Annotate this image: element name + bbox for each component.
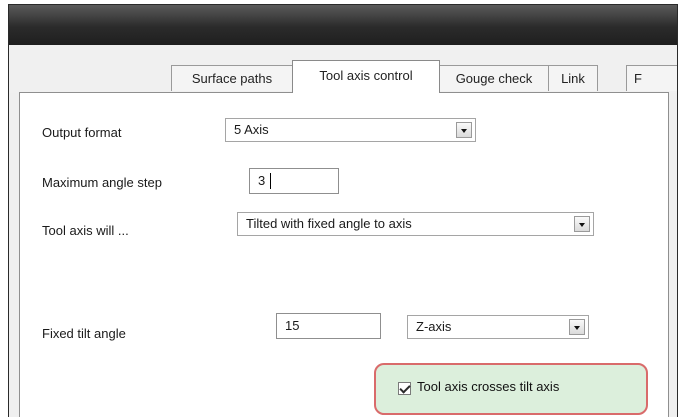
crosses-tilt-axis-checkbox[interactable]: [398, 382, 411, 395]
fixed-tilt-angle-value: 15: [285, 318, 300, 333]
tab-link[interactable]: Link: [548, 65, 598, 91]
title-bar: [9, 5, 677, 45]
chevron-down-icon[interactable]: [569, 319, 585, 335]
tab-tool-axis-control[interactable]: Tool axis control: [292, 60, 440, 93]
tilt-axis-dropdown[interactable]: Z-axis: [407, 315, 589, 339]
fixed-tilt-angle-label: Fixed tilt angle: [42, 326, 126, 341]
tab-overflow[interactable]: F: [626, 65, 677, 91]
tab-surface-paths[interactable]: Surface paths: [171, 65, 293, 91]
max-angle-step-label: Maximum angle step: [42, 175, 162, 190]
tab-gouge-check[interactable]: Gouge check: [439, 65, 549, 91]
output-format-label: Output format: [42, 125, 122, 140]
tool-axis-will-dropdown[interactable]: Tilted with fixed angle to axis: [237, 212, 594, 236]
chevron-down-icon[interactable]: [456, 122, 472, 138]
dialog-window: Surface paths Tool axis control Gouge ch…: [8, 4, 678, 417]
text-caret: [270, 173, 271, 189]
chevron-down-icon[interactable]: [574, 216, 590, 232]
max-angle-step-value: 3: [258, 173, 266, 188]
tilt-axis-value: Z-axis: [416, 319, 452, 334]
highlight-callout: Tool axis crosses tilt axis: [374, 363, 648, 415]
max-angle-step-input[interactable]: 3: [249, 168, 339, 194]
tool-axis-will-label: Tool axis will ...: [42, 223, 129, 238]
fixed-tilt-angle-input[interactable]: 15: [276, 313, 381, 339]
output-format-value: 5 Axis: [234, 122, 269, 137]
crosses-tilt-axis-label[interactable]: Tool axis crosses tilt axis: [417, 379, 559, 394]
tool-axis-will-value: Tilted with fixed angle to axis: [246, 216, 412, 231]
output-format-dropdown[interactable]: 5 Axis: [225, 118, 476, 142]
